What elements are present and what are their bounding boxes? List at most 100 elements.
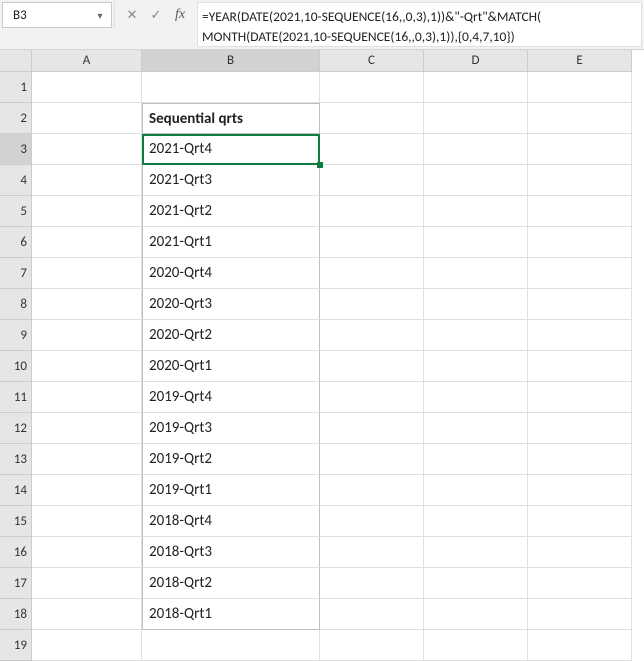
cell-A14[interactable] bbox=[32, 475, 142, 506]
row-header-4[interactable]: 4 bbox=[0, 165, 32, 196]
confirm-formula-icon[interactable]: ✓ bbox=[147, 6, 165, 24]
cell-B9[interactable]: 2020-Qrt2 bbox=[142, 320, 320, 351]
cell-E3[interactable] bbox=[528, 134, 632, 165]
cell-E7[interactable] bbox=[528, 258, 632, 289]
row-header-16[interactable]: 16 bbox=[0, 537, 32, 568]
cell-D16[interactable] bbox=[424, 537, 528, 568]
cell-B4[interactable]: 2021-Qrt3 bbox=[142, 165, 320, 196]
cell-D2[interactable] bbox=[424, 103, 528, 134]
col-header-D[interactable]: D bbox=[424, 50, 528, 72]
cell-B15[interactable]: 2018-Qrt4 bbox=[142, 506, 320, 537]
cell-D9[interactable] bbox=[424, 320, 528, 351]
cell-C14[interactable] bbox=[320, 475, 424, 506]
name-box-dropdown-icon[interactable]: ▾ bbox=[93, 9, 107, 22]
cell-A5[interactable] bbox=[32, 196, 142, 227]
cell-D13[interactable] bbox=[424, 444, 528, 475]
cell-B1[interactable] bbox=[142, 72, 320, 103]
cell-E16[interactable] bbox=[528, 537, 632, 568]
cell-A13[interactable] bbox=[32, 444, 142, 475]
cell-C16[interactable] bbox=[320, 537, 424, 568]
cell-C17[interactable] bbox=[320, 568, 424, 599]
cell-A6[interactable] bbox=[32, 227, 142, 258]
cell-D4[interactable] bbox=[424, 165, 528, 196]
cell-A2[interactable] bbox=[32, 103, 142, 134]
cell-E17[interactable] bbox=[528, 568, 632, 599]
cell-A3[interactable] bbox=[32, 134, 142, 165]
cell-E6[interactable] bbox=[528, 227, 632, 258]
cell-C2[interactable] bbox=[320, 103, 424, 134]
cell-C4[interactable] bbox=[320, 165, 424, 196]
cell-B16[interactable]: 2018-Qrt3 bbox=[142, 537, 320, 568]
cell-E10[interactable] bbox=[528, 351, 632, 382]
cancel-formula-icon[interactable]: ✕ bbox=[123, 6, 141, 24]
row-header-2[interactable]: 2 bbox=[0, 103, 32, 134]
cell-A11[interactable] bbox=[32, 382, 142, 413]
cell-E19[interactable] bbox=[528, 630, 632, 661]
cell-A18[interactable] bbox=[32, 599, 142, 630]
cell-B18[interactable]: 2018-Qrt1 bbox=[142, 599, 320, 630]
cell-E15[interactable] bbox=[528, 506, 632, 537]
cell-A9[interactable] bbox=[32, 320, 142, 351]
fill-handle[interactable] bbox=[317, 162, 323, 168]
cell-B3[interactable]: 2021-Qrt4 bbox=[142, 134, 320, 165]
col-header-A[interactable]: A bbox=[32, 50, 142, 72]
name-box[interactable]: B3 bbox=[7, 8, 93, 23]
cell-D11[interactable] bbox=[424, 382, 528, 413]
cell-B13[interactable]: 2019-Qrt2 bbox=[142, 444, 320, 475]
fx-icon[interactable]: fx bbox=[171, 6, 189, 24]
cell-E13[interactable] bbox=[528, 444, 632, 475]
cell-C13[interactable] bbox=[320, 444, 424, 475]
cell-D14[interactable] bbox=[424, 475, 528, 506]
cell-C6[interactable] bbox=[320, 227, 424, 258]
cell-B10[interactable]: 2020-Qrt1 bbox=[142, 351, 320, 382]
row-header-1[interactable]: 1 bbox=[0, 72, 32, 103]
name-box-wrap[interactable]: B3 ▾ bbox=[2, 2, 112, 28]
cell-B8[interactable]: 2020-Qrt3 bbox=[142, 289, 320, 320]
cell-B19[interactable] bbox=[142, 630, 320, 661]
row-header-19[interactable]: 19 bbox=[0, 630, 32, 661]
row-header-3[interactable]: 3 bbox=[0, 134, 32, 165]
cell-D5[interactable] bbox=[424, 196, 528, 227]
cell-E4[interactable] bbox=[528, 165, 632, 196]
cell-C15[interactable] bbox=[320, 506, 424, 537]
cell-A19[interactable] bbox=[32, 630, 142, 661]
cell-E5[interactable] bbox=[528, 196, 632, 227]
cell-D10[interactable] bbox=[424, 351, 528, 382]
cell-A15[interactable] bbox=[32, 506, 142, 537]
cell-C8[interactable] bbox=[320, 289, 424, 320]
row-header-14[interactable]: 14 bbox=[0, 475, 32, 506]
cell-E11[interactable] bbox=[528, 382, 632, 413]
cell-D1[interactable] bbox=[424, 72, 528, 103]
cell-B17[interactable]: 2018-Qrt2 bbox=[142, 568, 320, 599]
cell-A8[interactable] bbox=[32, 289, 142, 320]
cell-C3[interactable] bbox=[320, 134, 424, 165]
cell-C5[interactable] bbox=[320, 196, 424, 227]
cell-A17[interactable] bbox=[32, 568, 142, 599]
cell-C7[interactable] bbox=[320, 258, 424, 289]
spreadsheet-grid[interactable]: A B C D E 1 2 Sequential qrts 3 2021-Qrt… bbox=[0, 50, 644, 661]
cell-B2[interactable]: Sequential qrts bbox=[142, 103, 320, 134]
cell-E8[interactable] bbox=[528, 289, 632, 320]
row-header-18[interactable]: 18 bbox=[0, 599, 32, 630]
cell-D7[interactable] bbox=[424, 258, 528, 289]
row-header-9[interactable]: 9 bbox=[0, 320, 32, 351]
cell-E2[interactable] bbox=[528, 103, 632, 134]
select-all-corner[interactable] bbox=[0, 50, 32, 72]
cell-D3[interactable] bbox=[424, 134, 528, 165]
cell-E12[interactable] bbox=[528, 413, 632, 444]
cell-D6[interactable] bbox=[424, 227, 528, 258]
cell-E14[interactable] bbox=[528, 475, 632, 506]
cell-D15[interactable] bbox=[424, 506, 528, 537]
cell-A1[interactable] bbox=[32, 72, 142, 103]
cell-C9[interactable] bbox=[320, 320, 424, 351]
cell-B11[interactable]: 2019-Qrt4 bbox=[142, 382, 320, 413]
cell-A4[interactable] bbox=[32, 165, 142, 196]
cell-A7[interactable] bbox=[32, 258, 142, 289]
cell-D17[interactable] bbox=[424, 568, 528, 599]
cell-A16[interactable] bbox=[32, 537, 142, 568]
cell-D18[interactable] bbox=[424, 599, 528, 630]
col-header-C[interactable]: C bbox=[320, 50, 424, 72]
cell-B6[interactable]: 2021-Qrt1 bbox=[142, 227, 320, 258]
row-header-17[interactable]: 17 bbox=[0, 568, 32, 599]
row-header-15[interactable]: 15 bbox=[0, 506, 32, 537]
